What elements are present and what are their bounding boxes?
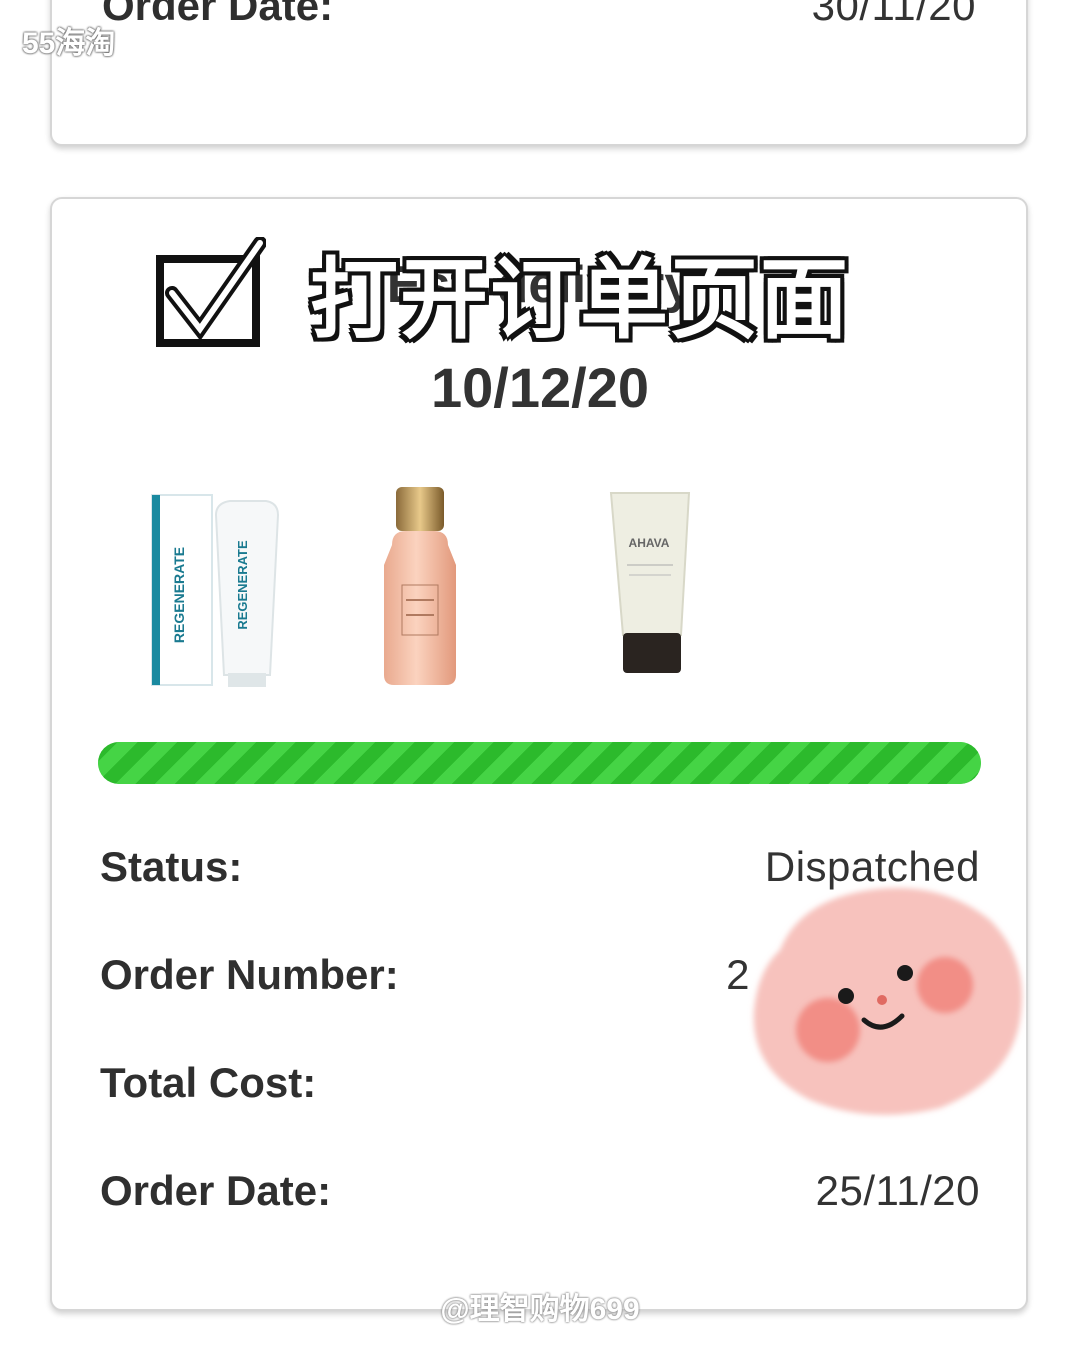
product-toothpaste[interactable]: REGENERATE REGENERATE <box>150 485 280 695</box>
previous-order-card[interactable]: Order Date: 30/11/20 <box>50 0 1028 146</box>
checkbox-checked-icon <box>156 236 266 347</box>
product-label: AHAVA <box>629 536 670 550</box>
delivery-progress-bar <box>98 742 981 784</box>
privacy-sticker <box>753 888 1022 1115</box>
progress-fill <box>98 742 981 784</box>
order-date-row: Order Date: 25/11/20 <box>100 1167 980 1215</box>
watermark-username: @理智购物699 <box>440 1293 640 1326</box>
total-cost-label: Total Cost: <box>100 1059 317 1106</box>
product-label: REGENERATE <box>171 547 187 643</box>
order-date-value: 30/11/20 <box>811 0 976 29</box>
est-delivery-date: 10/12/20 <box>431 356 649 419</box>
cream-tube-icon: AHAVA <box>609 492 691 673</box>
bottle-icon <box>384 487 456 685</box>
product-cream[interactable]: AHAVA <box>605 485 705 695</box>
watermark-logo: 55海淘 <box>22 27 116 60</box>
caption-text: 打开订单页面 <box>310 250 851 349</box>
order-date-label: Order Date: <box>100 1167 332 1214</box>
previous-order-date-row: Order Date: 30/11/20 <box>102 0 976 30</box>
order-number-label: Order Number: <box>100 951 399 998</box>
order-date-value: 25/11/20 <box>815 1167 980 1214</box>
order-date-label: Order Date: <box>102 0 334 29</box>
toothpaste-tube-icon: REGENERATE REGENERATE <box>151 494 280 687</box>
status-label: Status: <box>100 843 243 890</box>
svg-text:REGENERATE: REGENERATE <box>235 540 250 630</box>
caption-overlay: 打开订单页面 <box>154 230 914 355</box>
product-bottle[interactable] <box>372 485 482 695</box>
product-thumbnails: REGENERATE REGENERATE AHAVA <box>140 485 740 690</box>
